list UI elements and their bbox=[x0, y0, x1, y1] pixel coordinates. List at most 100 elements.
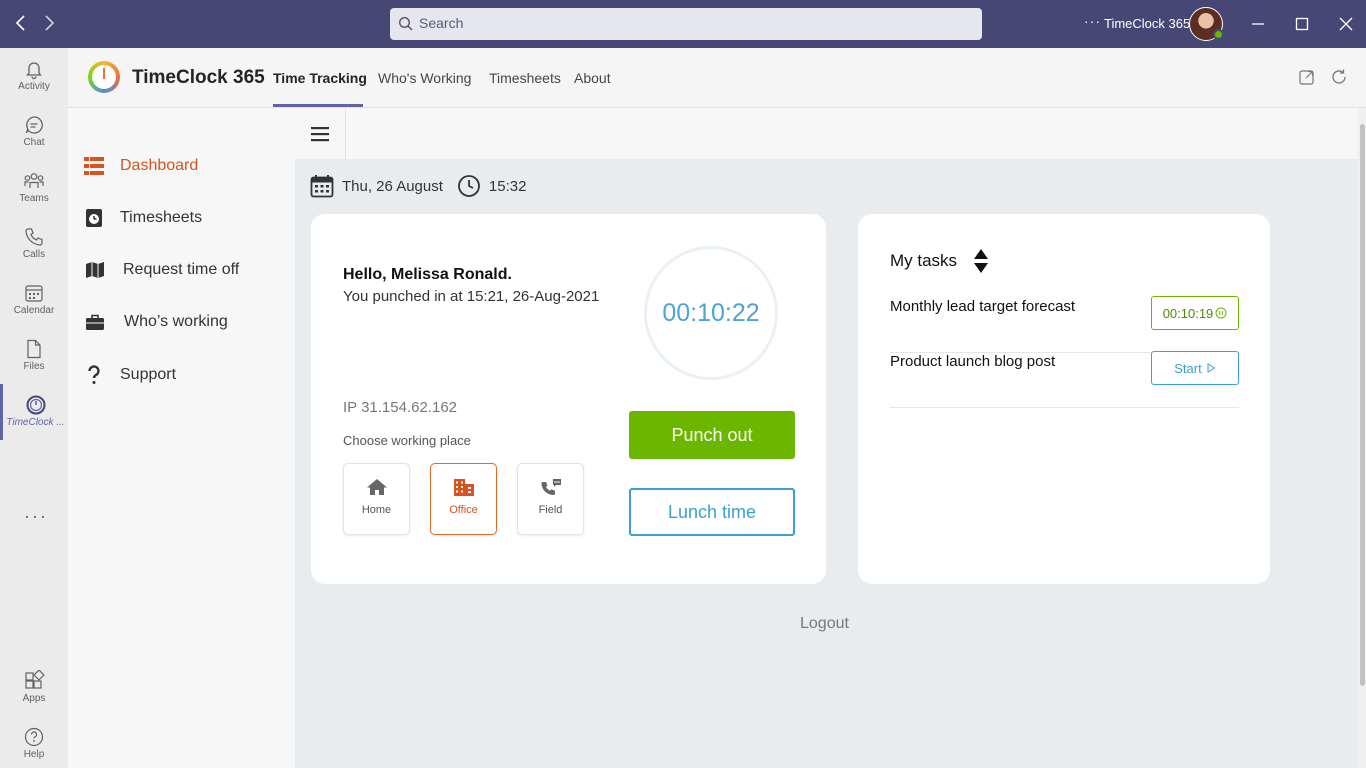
more-options-button[interactable]: ··· bbox=[1084, 13, 1101, 29]
current-app-name: TimeClock 365 bbox=[1104, 16, 1191, 31]
place-field-button[interactable]: Field bbox=[517, 463, 584, 535]
greeting: Hello, Melissa Ronald. bbox=[343, 266, 512, 283]
ip-label: IP bbox=[343, 399, 357, 416]
current-time: 15:32 bbox=[488, 177, 527, 195]
dashboard-icon bbox=[84, 157, 104, 175]
office-icon bbox=[453, 479, 474, 496]
task-start-button[interactable]: Start bbox=[1151, 351, 1239, 385]
tab-about[interactable]: About bbox=[574, 70, 611, 86]
search-placeholder: Search bbox=[419, 15, 464, 31]
search-icon bbox=[398, 16, 413, 31]
place-label: Home bbox=[361, 504, 392, 516]
elapsed-time: 00:10:22 bbox=[662, 298, 760, 327]
app-header: TimeClock 365 Time Tracking Who's Workin… bbox=[68, 48, 1366, 108]
search-input[interactable]: Search bbox=[390, 8, 982, 40]
more-apps-button[interactable]: ··· bbox=[24, 506, 48, 527]
rail-label: Apps bbox=[22, 693, 46, 704]
side-item-label: Support bbox=[120, 366, 177, 383]
rail-item-apps[interactable]: Apps bbox=[0, 660, 68, 716]
place-label: Field bbox=[538, 504, 563, 516]
hamburger-menu-icon[interactable] bbox=[311, 126, 329, 142]
briefcase-icon bbox=[86, 314, 104, 330]
timesheet-icon bbox=[86, 209, 102, 227]
choose-place-label: Choose working place bbox=[343, 433, 471, 448]
rail-label: Activity bbox=[18, 81, 50, 92]
side-menu: Dashboard Timesheets Request time off Wh… bbox=[68, 108, 295, 768]
clock-icon bbox=[458, 175, 480, 197]
rail-label: Calls bbox=[22, 249, 46, 260]
rail-item-files[interactable]: Files bbox=[0, 328, 68, 384]
rail-item-timeclock[interactable]: TimeClock ... bbox=[0, 384, 68, 440]
rail-item-teams[interactable]: Teams bbox=[0, 160, 68, 216]
task-row[interactable]: Product launch blog post Start bbox=[890, 351, 1239, 408]
close-icon[interactable] bbox=[1336, 14, 1356, 34]
tasks-title: My tasks bbox=[890, 248, 989, 274]
active-tab-indicator bbox=[273, 104, 363, 107]
rail-item-calls[interactable]: Calls bbox=[0, 216, 68, 272]
maximize-icon[interactable] bbox=[1292, 14, 1312, 34]
rail-item-activity[interactable]: Activity bbox=[0, 48, 68, 104]
task-name: Product launch blog post bbox=[890, 353, 1056, 370]
rail-label: Calendar bbox=[13, 305, 55, 316]
apps-icon bbox=[25, 670, 45, 689]
help-icon bbox=[24, 727, 44, 747]
teams-icon bbox=[24, 173, 44, 188]
rail-label: Help bbox=[23, 749, 45, 760]
tab-time-tracking[interactable]: Time Tracking bbox=[273, 70, 367, 86]
logout-link[interactable]: Logout bbox=[800, 615, 849, 633]
forward-arrow-icon[interactable] bbox=[38, 12, 60, 34]
side-item-request-time-off[interactable]: Request time off bbox=[84, 255, 239, 285]
tab-whos-working[interactable]: Who's Working bbox=[378, 70, 471, 86]
tasks-card: My tasks Monthly lead target forecast 00… bbox=[858, 214, 1270, 584]
rail-label: Chat bbox=[23, 137, 45, 148]
side-item-support[interactable]: Support bbox=[84, 360, 176, 390]
punch-in-info: You punched in at 15:21, 26-Aug-2021 bbox=[343, 288, 600, 305]
punch-card: Hello, Melissa Ronald. You punched in at… bbox=[311, 214, 826, 584]
main-content: Thu, 26 August 15:32 Hello, Melissa Rona… bbox=[295, 108, 1358, 768]
side-item-whos-working[interactable]: Who’s working bbox=[84, 307, 228, 337]
back-arrow-icon[interactable] bbox=[10, 12, 32, 34]
title-bar: Search ··· TimeClock 365 bbox=[0, 0, 1366, 48]
side-item-label: Who’s working bbox=[124, 313, 228, 330]
home-icon bbox=[366, 479, 387, 495]
side-item-timesheets[interactable]: Timesheets bbox=[84, 203, 202, 233]
task-timer-button[interactable]: 00:10:19 bbox=[1151, 296, 1239, 330]
sort-icon[interactable] bbox=[973, 248, 989, 274]
calendar-icon bbox=[310, 175, 334, 198]
place-office-button[interactable]: Office bbox=[430, 463, 497, 535]
refresh-icon[interactable] bbox=[1330, 68, 1348, 86]
rail-item-help[interactable]: Help bbox=[0, 716, 68, 768]
task-name: Monthly lead target forecast bbox=[890, 298, 1076, 315]
side-item-label: Request time off bbox=[123, 261, 240, 278]
side-item-dashboard[interactable]: Dashboard bbox=[84, 151, 198, 181]
rail-label: Teams bbox=[19, 193, 49, 204]
question-icon bbox=[88, 365, 100, 384]
punch-out-button[interactable]: Punch out bbox=[629, 411, 795, 459]
presence-badge bbox=[1213, 29, 1224, 40]
rail-item-chat[interactable]: Chat bbox=[0, 104, 68, 160]
lunch-time-button[interactable]: Lunch time bbox=[629, 488, 795, 536]
elapsed-timer: 00:10:22 bbox=[644, 246, 778, 380]
side-item-label: Dashboard bbox=[120, 157, 199, 174]
tasks-title-text: My tasks bbox=[890, 251, 958, 270]
ip-address: IP 31.154.62.162 bbox=[343, 399, 457, 416]
place-home-button[interactable]: Home bbox=[343, 463, 410, 535]
scrollbar-thumb[interactable] bbox=[1360, 124, 1365, 686]
timeclock-icon bbox=[26, 395, 45, 415]
tab-timesheets[interactable]: Timesheets bbox=[489, 70, 561, 86]
rail-label: Files bbox=[23, 361, 45, 372]
calendar-icon bbox=[25, 285, 43, 302]
chat-icon bbox=[25, 116, 43, 134]
rail-item-calendar[interactable]: Calendar bbox=[0, 272, 68, 328]
place-label: Office bbox=[449, 504, 478, 516]
minimize-icon[interactable] bbox=[1248, 14, 1268, 34]
task-row[interactable]: Monthly lead target forecast 00:10:19 bbox=[890, 296, 1239, 353]
logo-clock-hand bbox=[103, 68, 105, 79]
ip-value: 31.154.62.162 bbox=[361, 399, 458, 416]
popout-icon[interactable] bbox=[1298, 68, 1316, 86]
file-icon bbox=[27, 339, 41, 359]
current-date: Thu, 26 August bbox=[342, 177, 443, 195]
date-time-row: Thu, 26 August 15:32 bbox=[310, 174, 526, 198]
teams-rail: Activity Chat Teams Calls Calendar Files… bbox=[0, 48, 68, 768]
task-start-label: Start bbox=[1174, 360, 1202, 376]
